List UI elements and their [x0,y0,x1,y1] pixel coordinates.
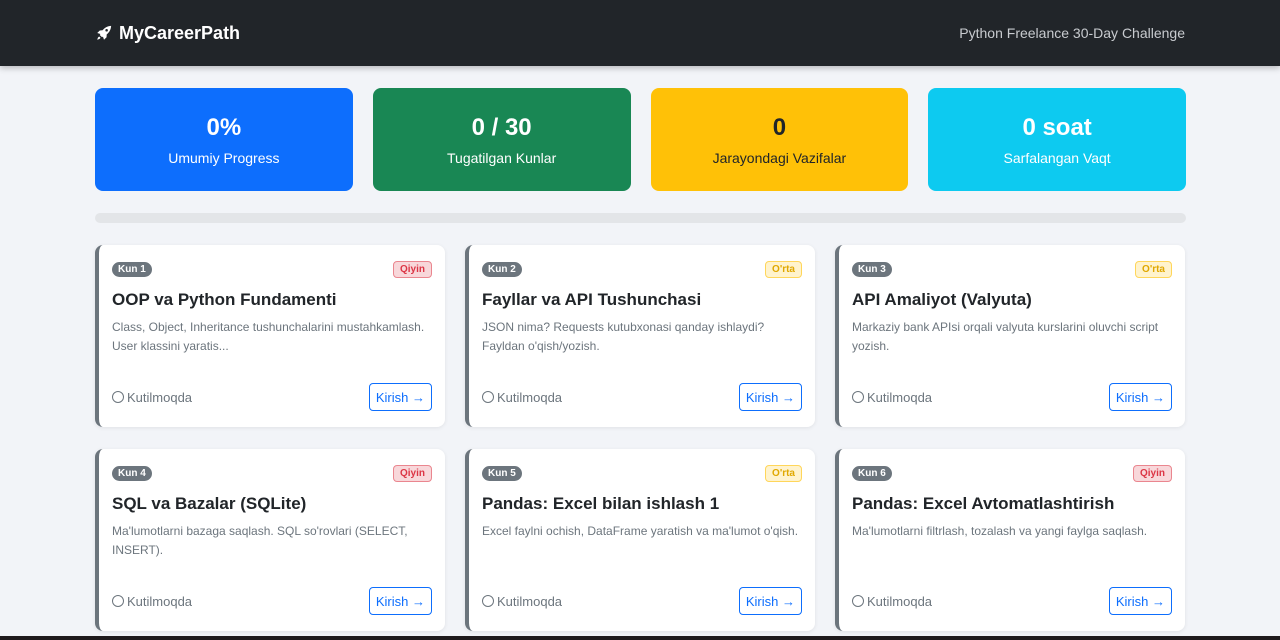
status: Kutilmoqda [112,390,192,405]
day-badge: Kun 6 [852,466,892,481]
stat-label: Umumiy Progress [168,149,280,166]
day-badge: Kun 3 [852,262,892,277]
day-cards-grid: Kun 1 Qiyin OOP va Python Fundamenti Cla… [95,245,1186,631]
card-description: JSON nima? Requests kutubxonasi qanday i… [482,320,765,353]
status-label: Kutilmoqda [127,593,193,609]
rocket-icon [95,24,113,42]
card-description: Markaziy bank APIsi orqali valyuta kursl… [852,320,1159,353]
status-label: Kutilmoqda [867,389,933,405]
card-description: Ma'lumotlarni bazaga saqlash. SQL so'rov… [112,524,408,557]
status-label: Kutilmoqda [867,593,933,609]
card-title: SQL va Bazalar (SQLite) [112,494,307,513]
open-day-button[interactable]: Kirish → [1108,383,1172,411]
day-card: Kun 3 O'rta API Amaliyot (Valyuta) Marka… [835,245,1185,427]
day-card: Kun 4 Qiyin SQL va Bazalar (SQLite) Ma'l… [95,449,445,631]
day-badge: Kun 1 [112,262,152,277]
day-badge: Kun 2 [482,262,522,277]
challenge-title: Python Freelance 30-Day Challenge [959,25,1185,41]
stat-overall-progress: 0% Umumiy Progress [95,88,353,191]
circle-icon [852,391,864,403]
stat-value: 0% [206,113,242,141]
card-title: Pandas: Excel bilan ishlash 1 [482,494,720,513]
card-description: Excel faylni ochish, DataFrame yaratish … [482,524,799,538]
card-title: Pandas: Excel Avtomatlashtirish [852,494,1115,513]
brand-link[interactable]: MyCareerPath [95,23,240,44]
card-description: Class, Object, Inheritance tushunchalari… [112,320,425,353]
circle-icon [852,595,864,607]
day-card: Kun 5 O'rta Pandas: Excel bilan ishlash … [465,449,815,631]
stat-value: 0 [772,113,787,141]
difficulty-badge: Qiyin [1132,465,1172,482]
brand-name: MyCareerPath [119,22,241,43]
difficulty-badge: Qiyin [392,465,432,482]
stat-label: Tugatilgan Kunlar [447,149,557,166]
difficulty-badge: O'rta [765,261,802,278]
status-label: Kutilmoqda [127,389,193,405]
status: Kutilmoqda [852,390,932,405]
open-day-button[interactable]: Kirish → [1108,587,1172,615]
difficulty-badge: O'rta [765,465,802,482]
status: Kutilmoqda [482,390,562,405]
circle-icon [482,595,494,607]
open-day-button[interactable]: Kirish → [738,383,802,411]
day-card: Kun 1 Qiyin OOP va Python Fundamenti Cla… [95,245,445,427]
stat-time-spent: 0 soat Sarfalangan Vaqt [928,88,1186,191]
status-label: Kutilmoqda [497,389,563,405]
card-title: API Amaliyot (Valyuta) [852,290,1032,309]
circle-icon [112,595,124,607]
stat-label: Sarfalangan Vaqt [1003,149,1111,166]
day-badge: Kun 4 [112,466,152,481]
stats-row: 0% Umumiy Progress 0 / 30 Tugatilgan Kun… [95,88,1186,191]
open-day-button[interactable]: Kirish → [738,587,802,615]
status: Kutilmoqda [112,594,192,609]
difficulty-badge: O'rta [1135,261,1172,278]
difficulty-badge: Qiyin [392,261,432,278]
open-day-button[interactable]: Kirish → [368,383,432,411]
navbar: MyCareerPath Python Freelance 30-Day Cha… [0,0,1280,66]
status-label: Kutilmoqda [497,593,563,609]
day-card: Kun 6 Qiyin Pandas: Excel Avtomatlashtir… [835,449,1185,631]
circle-icon [482,391,494,403]
card-description: Ma'lumotlarni filtrlash, tozalash va yan… [852,524,1148,538]
overall-progress-bar [95,213,1186,223]
open-day-button[interactable]: Kirish → [368,587,432,615]
page-bottom-edge [0,636,1280,640]
status: Kutilmoqda [852,594,932,609]
card-title: Fayllar va API Tushunchasi [482,290,702,309]
stat-completed-days: 0 / 30 Tugatilgan Kunlar [372,88,631,191]
circle-icon [112,391,124,403]
day-card: Kun 2 O'rta Fayllar va API Tushunchasi J… [465,245,815,427]
stat-label: Jarayondagi Vazifalar [712,149,847,166]
stat-value: 0 soat [1022,113,1092,141]
day-badge: Kun 5 [482,466,522,481]
stat-in-progress-tasks: 0 Jarayondagi Vazifalar [650,88,909,191]
status: Kutilmoqda [482,594,562,609]
card-title: OOP va Python Fundamenti [112,290,337,309]
stat-value: 0 / 30 [471,113,532,141]
